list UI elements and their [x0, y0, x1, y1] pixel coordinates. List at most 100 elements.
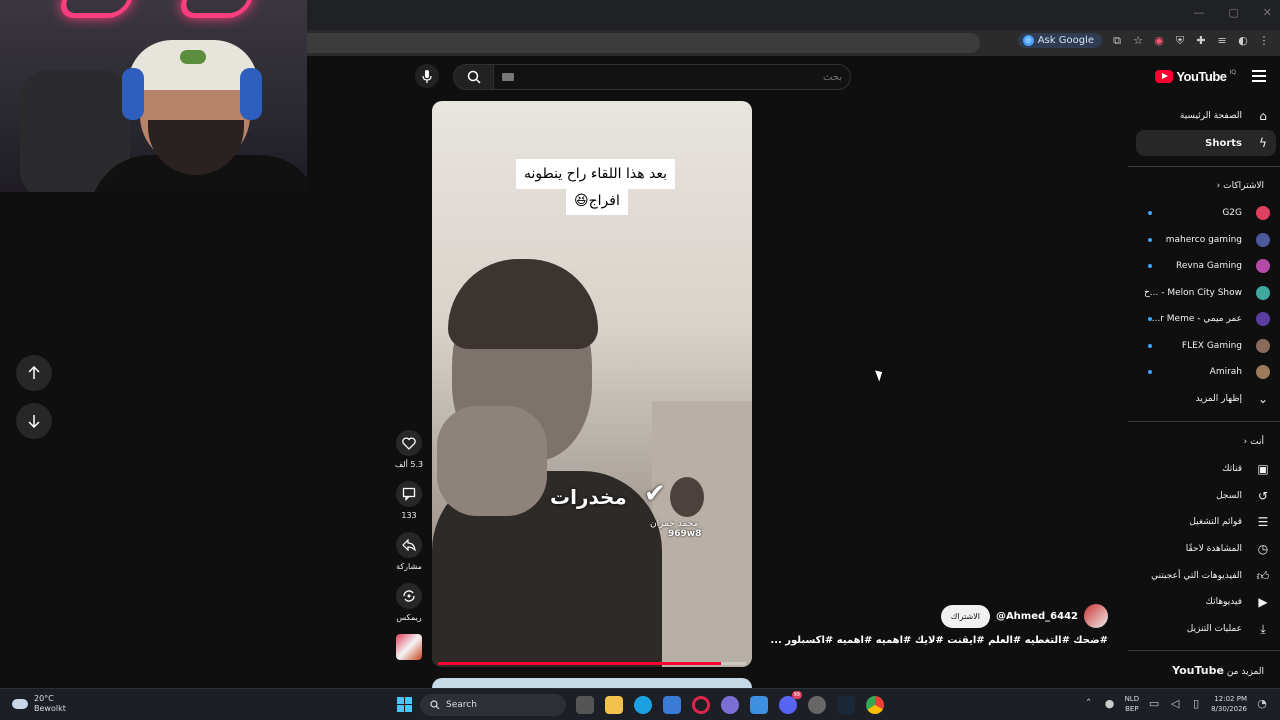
maximize-icon[interactable]: ▢ [1228, 6, 1238, 19]
channel-name: Revna Gaming [1176, 261, 1242, 271]
sidebar-show-more[interactable]: إظهار المزيد ⌄ [1136, 386, 1276, 412]
taskbar-search[interactable]: Search [420, 694, 566, 716]
chevron-up-icon[interactable]: ˄ [1083, 698, 1095, 710]
taskbar-clock[interactable]: 12:02 PM 8/30/2026 [1211, 694, 1247, 714]
language-indicator[interactable]: NLD BEP [1125, 694, 1140, 714]
checkmark-icon: ✔ [644, 479, 666, 509]
new-content-dot [1148, 264, 1152, 268]
short-video-player[interactable]: بعد هذا اللقاء راح ينطونه افراج😆 ✔ مخدرا… [432, 101, 752, 667]
channel-name: maherco gaming [1165, 235, 1242, 245]
sidebar-channel[interactable]: عمر ميمي - r Meme... [1136, 306, 1276, 332]
previous-short-button[interactable] [16, 355, 52, 391]
sidebar-channel[interactable]: maherco gaming [1136, 227, 1276, 253]
new-content-dot [1148, 317, 1152, 321]
sidebar-channel[interactable]: FLEX Gaming [1136, 333, 1276, 359]
media-controls-icon[interactable]: ≡ [1216, 34, 1228, 47]
ask-google-button[interactable]: ◎ Ask Google [1017, 33, 1102, 48]
bookmark-star-icon[interactable]: ☆ [1132, 34, 1144, 47]
video-progress-bar[interactable] [438, 662, 746, 665]
arrow-up-icon [28, 366, 40, 379]
extension-red-icon[interactable]: ◉ [1153, 34, 1165, 47]
volume-icon[interactable]: ◁ [1169, 698, 1181, 710]
discord-icon[interactable]: 99 [779, 691, 802, 714]
sidebar-item-your-channel[interactable]: قناتك ▣ [1136, 456, 1276, 482]
mouse-cursor [875, 368, 885, 382]
sidebar-item-watch-later[interactable]: المشاهدة لاحقًا ◷ [1136, 536, 1276, 562]
app-window-icon[interactable] [750, 696, 768, 714]
guide-menu-icon[interactable] [1252, 70, 1266, 82]
sidebar-item-home[interactable]: الصفحة الرئيسية ⌂ [1136, 103, 1276, 129]
file-explorer-icon[interactable] [605, 696, 623, 714]
cloud-icon [12, 699, 28, 709]
keyboard-layout: BEP [1125, 705, 1139, 713]
sidebar-channel[interactable]: G2G [1136, 200, 1276, 226]
sidebar-item-history[interactable]: السجل ↺ [1136, 483, 1276, 509]
youtube-play-icon [1155, 70, 1174, 83]
like-action: 5.3 ألف [392, 430, 426, 469]
puzzle-extensions-icon[interactable]: ✚ [1195, 34, 1207, 47]
task-view-icon[interactable] [576, 696, 594, 714]
battery-icon[interactable]: ▯ [1190, 698, 1202, 710]
network-icon[interactable]: ▭ [1148, 698, 1160, 710]
remix-icon [403, 590, 415, 602]
microphone-icon[interactable]: ● [1104, 698, 1116, 710]
steam-icon[interactable] [837, 696, 855, 714]
chrome-icon[interactable] [866, 696, 884, 714]
store-icon[interactable] [663, 696, 681, 714]
sidebar-item-playlists[interactable]: قوائم التشغيل ☰ [1136, 509, 1276, 535]
browser-menu-icon[interactable]: ⋮ [1258, 34, 1270, 47]
app-diamond-icon[interactable] [721, 696, 739, 714]
notification-bell-icon[interactable]: ◔ [1256, 698, 1268, 710]
system-tray: ˄ ● NLD BEP ▭ ◁ ▯ 12:02 PM 8/30/2026 ◔ [1083, 694, 1268, 714]
clock-icon: ◷ [1257, 542, 1269, 556]
close-icon[interactable]: ✕ [1263, 6, 1272, 19]
opera-icon[interactable] [692, 696, 710, 714]
channel-avatar [1256, 365, 1270, 379]
channel-avatar [1256, 339, 1270, 353]
app-gear-icon[interactable] [808, 696, 826, 714]
taskbar-apps: 99 [576, 691, 884, 714]
short-metadata: الاشتراك @Ahmed_6442 #ضحك #التغطيه #العل… [770, 604, 1108, 646]
more-from-brand: YouTube [1172, 664, 1224, 677]
short-hashtags[interactable]: #ضحك #التغطيه #العلم #ايقنت #لايك #اهميه… [770, 635, 1108, 646]
sound-thumbnail[interactable] [396, 634, 422, 660]
sidebar-channel[interactable]: Amirah [1136, 359, 1276, 385]
channel-avatar [1256, 206, 1270, 220]
profile-icon[interactable]: ◐ [1237, 34, 1249, 47]
you-header-label: أنت [1250, 437, 1264, 447]
windows-start-icon[interactable] [397, 697, 412, 712]
like-button[interactable] [396, 430, 422, 456]
sidebar-item-liked-videos[interactable]: الفيديوهات التي أعجبتني 👍︎ [1136, 563, 1276, 589]
sidebar-item-label: الصفحة الرئيسية [1179, 111, 1242, 121]
next-short-button[interactable] [16, 403, 52, 439]
sidebar-item-downloads[interactable]: عمليات التنزيل ⤓ [1136, 616, 1276, 642]
edge-icon[interactable] [634, 696, 652, 714]
youtube-logo[interactable]: YouTube IQ [1155, 69, 1236, 84]
share-action: مشاركة [392, 532, 426, 571]
sidebar-item-shorts[interactable]: Shorts ϟ [1136, 130, 1276, 156]
voice-search-button[interactable] [415, 64, 439, 88]
you-header[interactable]: أنت ‹ [1136, 437, 1276, 447]
search-button[interactable] [454, 65, 494, 89]
channel-handle[interactable]: @Ahmed_6442 [996, 611, 1078, 622]
subscriptions-header[interactable]: الاشتراكات ‹ [1136, 181, 1276, 191]
comment-button[interactable] [396, 481, 422, 507]
lens-icon: ◎ [1022, 35, 1034, 46]
stamp-avatar [670, 477, 704, 517]
address-bar[interactable] [300, 33, 980, 53]
weather-widget[interactable]: 20°C Bewolkt [12, 694, 66, 714]
history-icon: ↺ [1257, 489, 1269, 503]
remix-button[interactable] [396, 583, 422, 609]
download-icon: ⤓ [1260, 622, 1266, 636]
sidebar-channel[interactable]: Melon City Show - ...خ [1136, 280, 1276, 306]
subscribe-button[interactable]: الاشتراك [940, 604, 990, 628]
share-button[interactable] [396, 532, 422, 558]
search-input[interactable] [502, 68, 842, 86]
comment-count: 133 [401, 511, 417, 520]
channel-avatar[interactable] [1084, 604, 1108, 628]
shield-extension-icon[interactable]: ⛨ [1174, 34, 1186, 47]
sidebar-channel[interactable]: Revna Gaming [1136, 253, 1276, 279]
sidebar-item-your-videos[interactable]: فيديوهاتك ▶ [1136, 589, 1276, 615]
install-app-icon[interactable]: ⧉ [1111, 34, 1123, 47]
minimize-icon[interactable]: — [1193, 6, 1204, 19]
